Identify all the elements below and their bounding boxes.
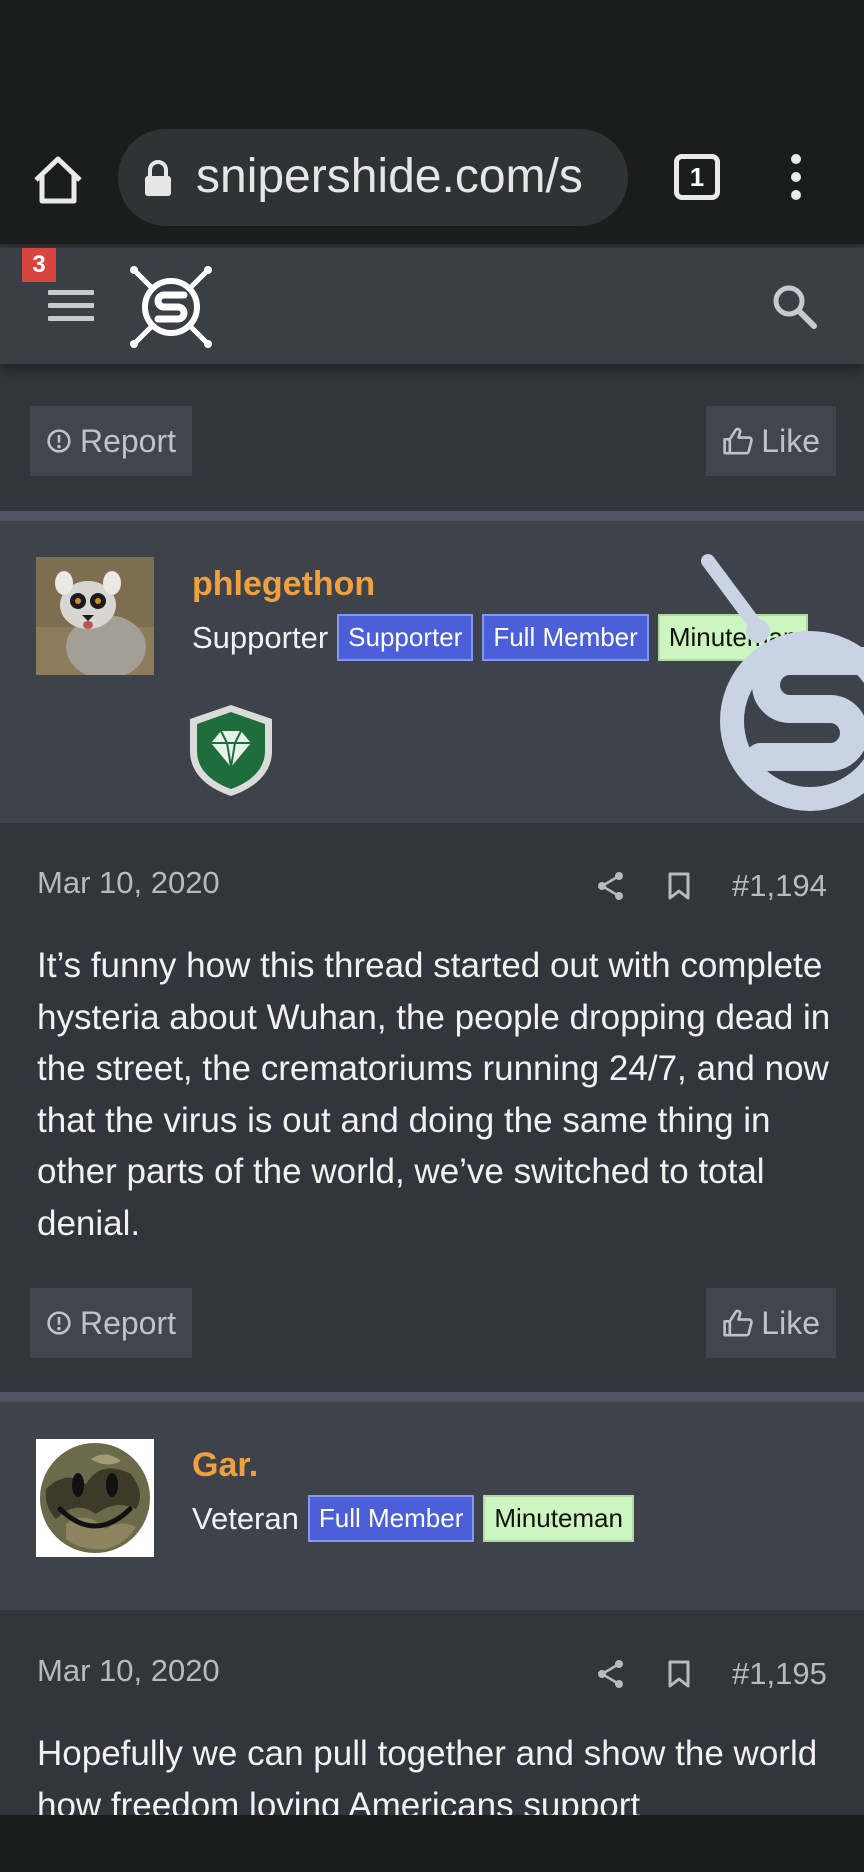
avatar[interactable] [36, 1439, 154, 1557]
diamond-shield-icon [184, 701, 278, 799]
bookmark-icon[interactable] [667, 1659, 691, 1694]
address-bar[interactable]: snipershide.com/s [118, 129, 628, 226]
thumbs-up-icon [723, 1309, 753, 1337]
tab-switcher-button[interactable]: 1 [674, 154, 720, 200]
post-number[interactable]: #1,194 [732, 868, 827, 904]
like-button[interactable]: Like [706, 406, 836, 476]
user-title: Supporter [192, 619, 329, 655]
share-icon[interactable] [596, 871, 626, 906]
notification-badge[interactable]: 3 [22, 248, 56, 282]
thumbs-up-icon [723, 427, 753, 455]
report-label: Report [79, 1304, 176, 1341]
share-icon[interactable] [596, 1659, 626, 1694]
post-date[interactable]: Mar 10, 2020 [37, 865, 220, 901]
alert-circle-icon [47, 1311, 71, 1335]
post-date[interactable]: Mar 10, 2020 [37, 1653, 220, 1689]
url-text: snipershide.com/s [196, 150, 583, 203]
user-badge: Supporter [337, 614, 474, 661]
report-label: Report [79, 422, 176, 459]
hamburger-menu-icon[interactable] [48, 290, 94, 322]
post-body: Hopefully we can pull together and show … [37, 1734, 818, 1815]
home-icon[interactable] [30, 152, 86, 208]
search-icon[interactable] [770, 282, 818, 330]
post-number[interactable]: #1,195 [732, 1656, 827, 1692]
user-title-row: Veteran Full Member Minuteman [192, 1495, 643, 1542]
navigation-bar [0, 1815, 864, 1872]
like-button[interactable]: Like [706, 1288, 836, 1358]
lock-icon [142, 159, 174, 199]
user-badge: Full Member [482, 614, 649, 661]
overflow-menu-icon[interactable] [784, 154, 808, 200]
username[interactable]: phlegethon [192, 565, 375, 604]
site-logo[interactable] [128, 264, 214, 350]
alert-circle-icon [47, 429, 71, 453]
like-label: Like [761, 1304, 820, 1341]
avatar[interactable] [36, 557, 154, 675]
watermark-logo [690, 551, 864, 823]
site-header: 3 [0, 248, 864, 364]
post-user-band: phlegethon Supporter Supporter Full Memb… [0, 521, 864, 823]
user-badge: Minuteman [483, 1495, 634, 1542]
post-divider [0, 1392, 864, 1402]
bookmark-icon[interactable] [667, 871, 691, 906]
status-bar [0, 0, 864, 110]
post-user-band: Gar. Veteran Full Member Minuteman [0, 1402, 864, 1610]
username[interactable]: Gar. [192, 1446, 258, 1485]
report-button[interactable]: Report [30, 406, 192, 476]
like-label: Like [761, 422, 820, 459]
post-body: It’s funny how this thread started out w… [37, 946, 831, 1243]
tab-count: 1 [689, 162, 705, 192]
post-divider [0, 511, 864, 521]
user-badge: Full Member [307, 1495, 475, 1542]
report-button[interactable]: Report [30, 1288, 192, 1358]
user-title: Veteran [192, 1500, 299, 1536]
